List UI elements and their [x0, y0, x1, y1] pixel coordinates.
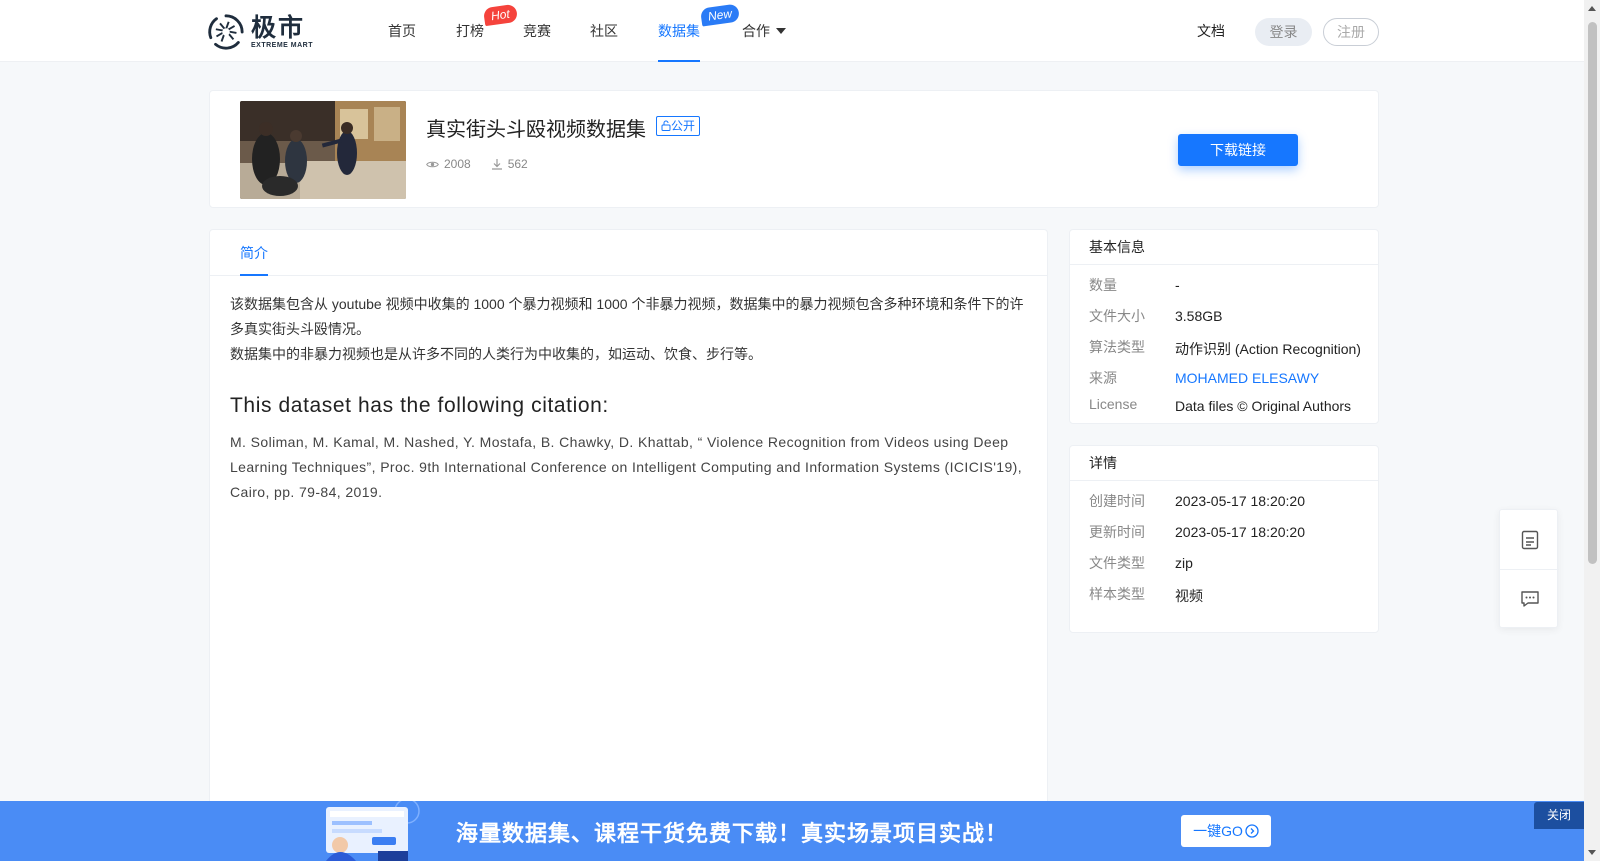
document-button[interactable]	[1500, 510, 1559, 569]
brand-name: 极市	[251, 13, 306, 42]
chat-icon	[1520, 591, 1539, 607]
info-key: License	[1089, 396, 1138, 412]
detail-row: 样本类型 视频	[1070, 578, 1378, 609]
document-icon	[1521, 530, 1538, 549]
visibility-label: 公开	[671, 119, 696, 133]
info-value: Data files © Original Authors	[1175, 398, 1352, 414]
nav-item-leaderboard[interactable]: 打榜	[456, 0, 484, 62]
basic-info-title: 基本信息	[1070, 230, 1378, 265]
dataset-stats: 2008 562	[426, 157, 528, 171]
info-key: 文件大小	[1089, 308, 1145, 324]
nav-item-datasets[interactable]: 数据集	[658, 0, 700, 62]
banner-illustration	[326, 801, 420, 861]
intro-paragraph: 该数据集包含从 youtube 视频中收集的 1000 个暴力视频和 1000 …	[230, 296, 1024, 337]
intro-paragraph: 数据集中的非暴力视频也是从许多不同的人类行为中收集的，如运动、饮食、步行等。	[230, 346, 762, 362]
login-button[interactable]: 登录	[1255, 18, 1312, 46]
info-row: License Data files © Original Authors	[1070, 390, 1378, 421]
brand-name-en: EXTREME MART	[251, 41, 313, 49]
download-count: 562	[507, 157, 528, 171]
detail-value: 视频	[1175, 588, 1203, 604]
source-link[interactable]: MOHAMED ELESAWY	[1175, 370, 1319, 386]
info-key: 数量	[1089, 277, 1117, 293]
details-title: 详情	[1070, 446, 1378, 481]
detail-row: 文件类型 zip	[1070, 547, 1378, 578]
citation-heading: This dataset has the following citation:	[230, 394, 609, 417]
detail-key: 样本类型	[1089, 586, 1145, 602]
intro-content: 该数据集包含从 youtube 视频中收集的 1000 个暴力视频和 1000 …	[230, 292, 1030, 505]
intro-panel: 简介 该数据集包含从 youtube 视频中收集的 1000 个暴力视频和 10…	[209, 229, 1048, 861]
nav-item-cooperation[interactable]: 合作	[742, 0, 786, 62]
info-value: 3.58GB	[1175, 308, 1223, 324]
detail-value: 2023-05-17 18:20:20	[1175, 524, 1305, 540]
scrollbar-thumb[interactable]	[1588, 22, 1597, 564]
logo-icon	[208, 14, 244, 50]
detail-value: zip	[1175, 555, 1193, 571]
eye-icon	[426, 161, 439, 167]
detail-value: 2023-05-17 18:20:20	[1175, 493, 1305, 509]
details-card: 详情 创建时间 2023-05-17 18:20:20 更新时间 2023-05-1…	[1069, 445, 1379, 633]
dataset-thumbnail	[240, 101, 406, 199]
nav-item-competition[interactable]: 竞赛	[523, 0, 551, 62]
info-value: 动作识别 (Action Recognition)	[1175, 341, 1361, 357]
info-row: 数量 -	[1070, 269, 1378, 300]
tab-bar: 简介	[210, 230, 1047, 276]
go-label: 一键GO	[1193, 823, 1243, 839]
info-value: -	[1175, 277, 1180, 293]
detail-key: 更新时间	[1089, 524, 1145, 540]
info-key: 来源	[1089, 370, 1117, 386]
new-badge: New	[699, 3, 741, 27]
info-row: 文件大小 3.58GB	[1070, 300, 1378, 331]
basic-info-card: 基本信息 数量 - 文件大小 3.58GB 算法类型 动作识别 (Action Rec…	[1069, 229, 1379, 424]
visibility-tag: 公开	[656, 116, 701, 136]
nav-item-label: 打榜	[456, 23, 484, 39]
view-count: 2008	[444, 157, 471, 171]
info-row: 来源 MOHAMED ELESAWY	[1070, 362, 1378, 390]
nav-item-label: 合作	[742, 23, 770, 39]
arrow-circle-right-icon	[1245, 824, 1259, 838]
feedback-button[interactable]	[1500, 569, 1559, 628]
dataset-title: 真实街头斗殴视频数据集	[426, 119, 646, 141]
main-nav: 首页 打榜 Hot 竞赛 社区 数据集 New 合作	[368, 0, 978, 62]
nav-item-home[interactable]: 首页	[388, 0, 416, 62]
banner-close-button[interactable]: 关闭	[1534, 802, 1584, 829]
info-key: 算法类型	[1089, 339, 1145, 355]
download-link-button[interactable]: 下载链接	[1178, 134, 1298, 166]
detail-key: 文件类型	[1089, 555, 1145, 571]
caret-down-icon	[776, 28, 786, 34]
top-header: 极市 EXTREME MART 首页 打榜 Hot 竞赛 社区 数据集 New …	[0, 0, 1584, 62]
download-icon	[491, 159, 502, 170]
info-row: 算法类型 动作识别 (Action Recognition)	[1070, 331, 1378, 362]
scroll-down-arrow-icon[interactable]	[1588, 850, 1596, 855]
promo-banner: 海量数据集、课程干货免费下载！真实场景项目实战！ 一键GO	[0, 801, 1584, 861]
banner-text: 海量数据集、课程干货免费下载！真实场景项目实战！	[456, 821, 1009, 846]
floating-toolbar	[1499, 509, 1559, 628]
docs-link[interactable]: 文档	[1197, 0, 1225, 62]
detail-row: 创建时间 2023-05-17 18:20:20	[1070, 485, 1378, 516]
citation-text: M. Soliman, M. Kamal, M. Nashed, Y. Most…	[230, 434, 1023, 500]
scroll-up-arrow-icon[interactable]	[1588, 6, 1596, 11]
detail-key: 创建时间	[1089, 493, 1145, 509]
nav-item-community[interactable]: 社区	[590, 0, 618, 62]
dataset-header-card: 真实街头斗殴视频数据集 公开 2008 562 下载链接	[209, 90, 1379, 208]
register-button[interactable]: 注册	[1323, 18, 1379, 46]
page-scrollbar[interactable]	[1584, 0, 1600, 861]
go-button[interactable]: 一键GO	[1181, 815, 1271, 847]
lock-open-icon	[661, 120, 671, 131]
brand-logo[interactable]: 极市 EXTREME MART	[207, 12, 317, 52]
hot-badge: Hot	[482, 3, 518, 27]
tab-intro[interactable]: 简介	[240, 230, 268, 276]
detail-row: 更新时间 2023-05-17 18:20:20	[1070, 516, 1378, 547]
